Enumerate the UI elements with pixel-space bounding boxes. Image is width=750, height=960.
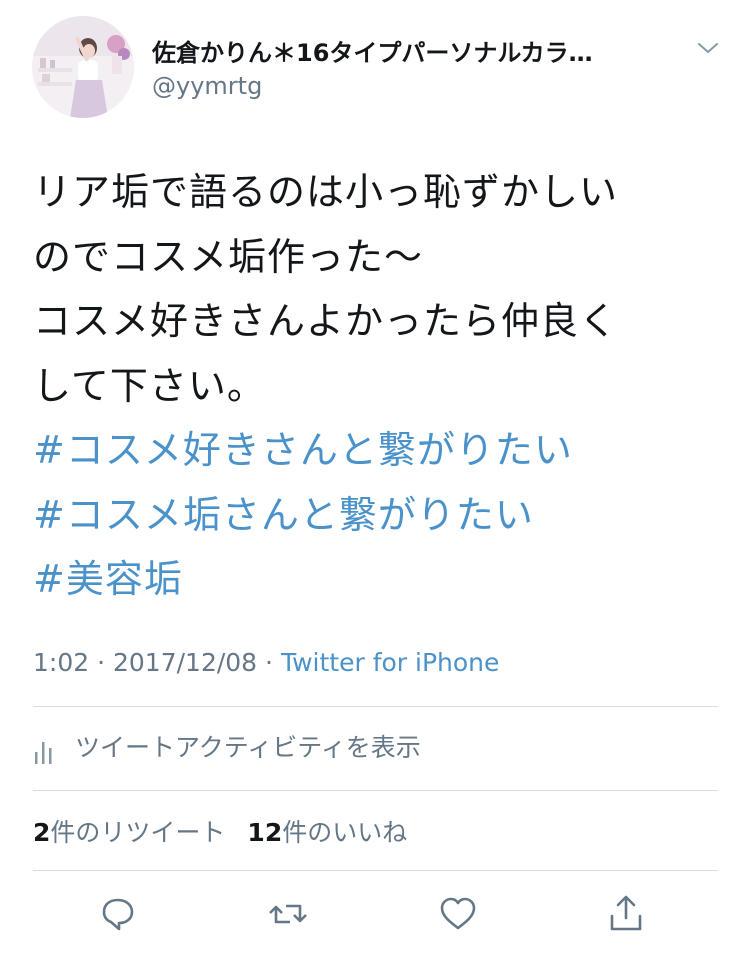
divider [33, 870, 718, 871]
profile-photo-icon [32, 16, 134, 118]
user-handle[interactable]: @yymrtg [152, 72, 262, 100]
retweet-label: 件のリツイート [50, 818, 226, 847]
display-name[interactable]: 佐倉かりん＊16タイプパーソナルカラ… [152, 33, 682, 68]
divider [33, 706, 718, 707]
tweet-text-line: コスメ好きさんよかったら仲良く [33, 299, 619, 343]
reply-button[interactable] [96, 892, 140, 936]
like-count: 12 [247, 818, 283, 847]
like-stat[interactable]: 12件のいいね [247, 818, 407, 847]
avatar[interactable] [32, 16, 134, 118]
like-button[interactable] [436, 892, 480, 936]
tweet-activity-link[interactable]: ツイートアクティビティを表示 [33, 710, 718, 790]
tweet-stats: 2件のリツイート 12件のいいね [33, 813, 407, 849]
hashtag-link[interactable]: #コスメ好きさんと繋がりたい [33, 418, 723, 483]
heart-icon [440, 897, 476, 930]
retweet-count: 2 [33, 818, 51, 847]
meta-separator: · [97, 648, 106, 677]
meta-separator: · [265, 648, 273, 677]
divider [33, 790, 718, 791]
tweet-header: 佐倉かりん＊16タイプパーソナルカラ… @yymrtg [0, 0, 750, 135]
tweet-text-line: リア垢で語るのは小っ恥ずかしい [33, 170, 619, 214]
bar-chart-icon [33, 734, 61, 764]
tweet-metadata: 1:02 · 2017/12/08 · Twitter for iPhone [33, 648, 499, 677]
tweet-text-line: して下さい。 [33, 363, 266, 408]
tweet-time: 1:02 [33, 648, 90, 677]
retweet-stat[interactable]: 2件のリツイート [33, 818, 225, 847]
tweet-text: リア垢で語るのは小っ恥ずかしい のでコスメ垢作った〜 コスメ好きさんよかったら仲… [33, 160, 723, 612]
tweet-date: 2017/12/08 [113, 648, 258, 677]
tweet-source-link[interactable]: Twitter for iPhone [281, 648, 499, 677]
hashtag-link[interactable]: #美容垢 [33, 547, 723, 612]
hashtag-link[interactable]: #コスメ垢さんと繋がりたい [33, 483, 723, 548]
like-label: 件のいいね [282, 818, 408, 847]
share-button[interactable] [604, 892, 648, 936]
share-icon [610, 895, 642, 931]
tweet-activity-label: ツイートアクティビティを表示 [75, 733, 421, 762]
retweet-icon [269, 904, 307, 924]
retweet-button[interactable] [266, 892, 310, 936]
reply-icon [102, 898, 134, 931]
tweet-text-line: のでコスメ垢作った〜 [33, 234, 424, 279]
chevron-down-icon[interactable] [696, 38, 720, 58]
